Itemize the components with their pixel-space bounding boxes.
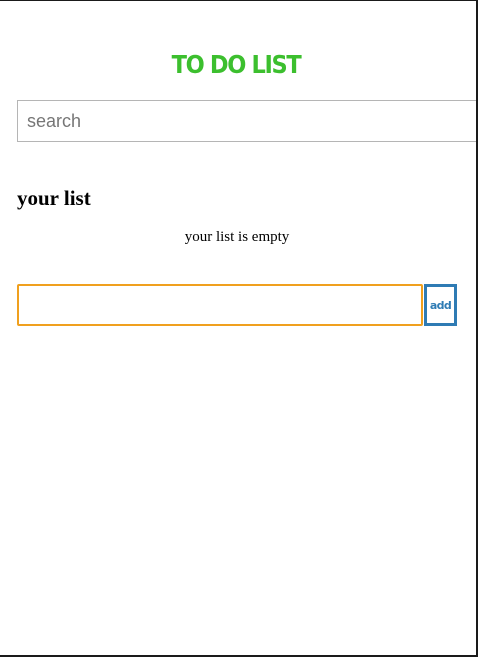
new-item-input[interactable] (17, 284, 423, 326)
search-input[interactable] (17, 100, 476, 142)
app-window: TO DO LIST your list your list is empty … (0, 0, 478, 657)
add-item-form: add (17, 284, 457, 326)
list-heading: your list (17, 186, 91, 210)
empty-list-message: your list is empty (184, 229, 290, 245)
add-button[interactable]: add (424, 284, 457, 326)
page-title: TO DO LIST (171, 50, 302, 79)
